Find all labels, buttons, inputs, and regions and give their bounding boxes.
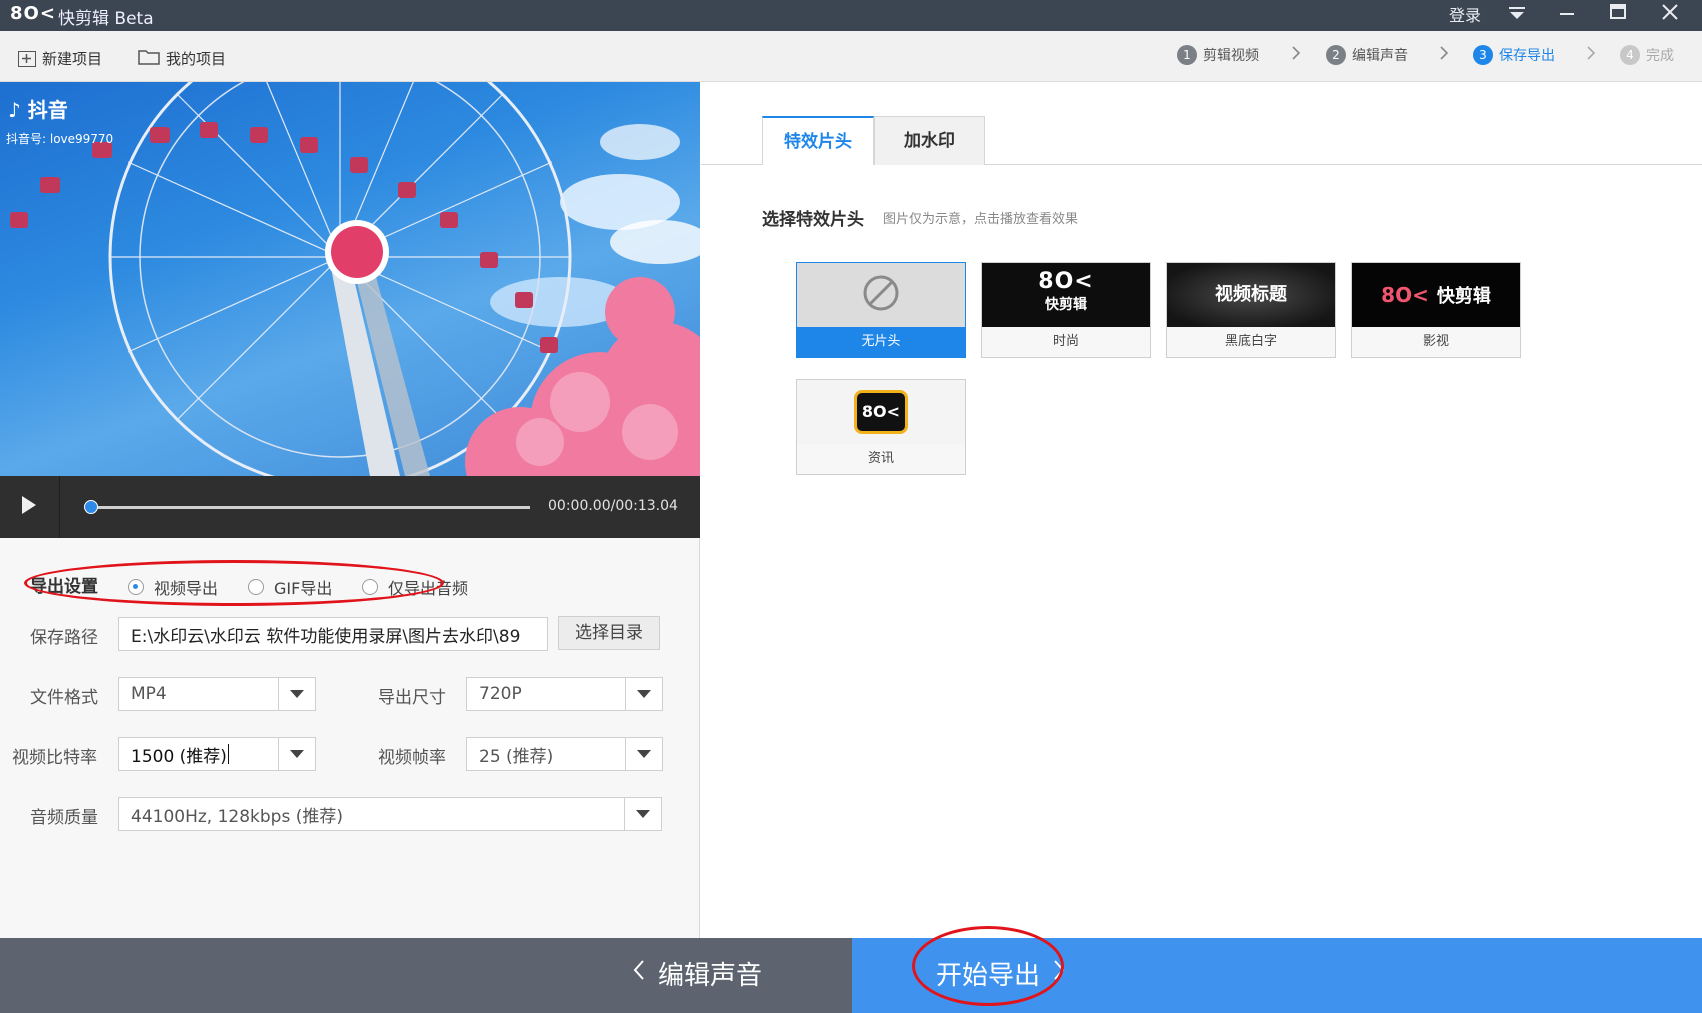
intro-card-label: 资讯 — [797, 444, 965, 474]
news-thumb: 8O< — [797, 380, 965, 444]
my-projects-button[interactable]: 我的项目 — [138, 48, 226, 69]
intro-card-fashion[interactable]: 8O< 快剪辑 时尚 — [981, 262, 1151, 358]
step-label: 完成 — [1646, 48, 1674, 64]
audio-quality-select[interactable]: 44100Hz, 128kbps (推荐) — [118, 797, 662, 831]
time-readout: 00:00.00/00:13.04 — [548, 498, 678, 514]
file-format-select[interactable]: MP4 — [118, 677, 316, 711]
app-logo: 8O< — [10, 3, 56, 24]
step-done[interactable]: 4 完成 — [1620, 45, 1674, 65]
intro-card-black-white[interactable]: 视频标题 黑底白字 — [1166, 262, 1336, 358]
audio-quality-value: 44100Hz, 128kbps (推荐) — [131, 806, 343, 827]
video-bitrate-value[interactable]: 1500 (推荐) — [131, 742, 227, 767]
intro-card-none[interactable]: 无片头 — [796, 262, 966, 358]
export-size-value: 720P — [479, 684, 522, 704]
close-icon[interactable] — [1648, 0, 1692, 31]
thumb-logo: 8O< — [1381, 283, 1429, 307]
no-intro-thumb — [797, 263, 965, 327]
export-size-select[interactable]: 720P — [466, 677, 663, 711]
section-title: 选择特效片头 — [762, 210, 864, 230]
douyin-logo: ♪ 抖音 — [8, 94, 68, 123]
frame-rate-select[interactable]: 25 (推荐) — [466, 737, 663, 771]
file-format-value: MP4 — [131, 684, 167, 704]
chevron-right-icon — [1438, 44, 1450, 67]
step-label: 保存导出 — [1499, 48, 1555, 64]
chevron-right-icon — [1290, 44, 1302, 67]
intro-card-label: 黑底白字 — [1167, 327, 1335, 357]
file-format-label: 文件格式 — [30, 688, 98, 708]
step-number: 2 — [1326, 45, 1346, 65]
my-projects-label: 我的项目 — [166, 50, 227, 68]
plus-box-icon — [18, 50, 36, 67]
step-number: 3 — [1473, 45, 1493, 65]
thumb-text: 快剪辑 — [1436, 286, 1491, 307]
step-label: 剪辑视频 — [1203, 48, 1259, 64]
tab-effect-intro[interactable]: 特效片头 — [762, 116, 874, 165]
new-project-button[interactable]: 新建项目 — [18, 48, 102, 69]
chevron-down-icon[interactable] — [278, 678, 315, 710]
intro-card-label: 影视 — [1352, 327, 1520, 357]
play-icon[interactable] — [22, 496, 36, 514]
step-number: 4 — [1620, 45, 1640, 65]
thumb-text: 快剪辑 — [1045, 297, 1087, 313]
step-edit-video[interactable]: 1 剪辑视频 — [1177, 45, 1259, 65]
chevron-down-icon[interactable] — [625, 678, 662, 710]
save-path-label: 保存路径 — [30, 628, 98, 648]
video-bitrate-select[interactable]: 1500 (推荐) — [118, 737, 316, 771]
back-label: 编辑声音 — [658, 961, 763, 991]
thumb-logo: 8O< — [854, 390, 908, 434]
chevron-right-icon — [1585, 44, 1597, 67]
minimize-icon[interactable] — [1545, 0, 1589, 31]
progress-track[interactable] — [90, 506, 530, 509]
chevron-down-icon[interactable] — [278, 738, 315, 770]
chevron-down-icon[interactable] — [624, 798, 661, 830]
annotation-ellipse — [24, 560, 444, 606]
choose-directory-button[interactable]: 选择目录 — [558, 616, 660, 650]
intro-card-film[interactable]: 8O< 快剪辑 影视 — [1351, 262, 1521, 358]
film-thumb: 8O< 快剪辑 — [1352, 263, 1520, 327]
menu-down-icon[interactable] — [1495, 0, 1539, 31]
video-bitrate-label: 视频比特率 — [12, 748, 97, 768]
intro-card-news[interactable]: 8O< 资讯 — [796, 379, 966, 475]
black-white-thumb: 视频标题 — [1167, 263, 1335, 327]
text-cursor — [227, 744, 229, 764]
chevron-left-icon — [632, 958, 646, 989]
step-edit-audio[interactable]: 2 编辑声音 — [1326, 45, 1408, 65]
app-title: 快剪辑 Beta — [58, 9, 154, 29]
annotation-ellipse — [912, 926, 1064, 1006]
save-path-input[interactable]: E:\水印云\水印云 软件功能使用录屏\图片去水印\89 — [118, 617, 548, 651]
chevron-down-icon[interactable] — [625, 738, 662, 770]
prohibited-icon — [862, 274, 900, 316]
audio-quality-label: 音频质量 — [30, 808, 98, 828]
frame-rate-label: 视频帧率 — [378, 748, 446, 768]
music-note-icon: ♪ — [8, 98, 21, 122]
step-save-export[interactable]: 3 保存导出 — [1473, 45, 1555, 65]
intro-card-label: 无片头 — [797, 327, 965, 357]
step-label: 编辑声音 — [1352, 48, 1408, 64]
export-size-label: 导出尺寸 — [378, 688, 446, 708]
intro-card-label: 时尚 — [982, 327, 1150, 357]
controls-divider — [59, 476, 60, 538]
thumb-logo: 8O< — [1038, 269, 1094, 294]
maximize-icon[interactable] — [1596, 0, 1640, 31]
folder-icon — [138, 49, 160, 69]
back-edit-audio-button[interactable]: 编辑声音 — [632, 955, 762, 992]
new-project-label: 新建项目 — [42, 50, 103, 68]
douyin-account: 抖音号: love99770 — [6, 132, 114, 146]
login-button[interactable]: 登录 — [1440, 0, 1490, 31]
tab-add-watermark[interactable]: 加水印 — [874, 116, 985, 165]
progress-handle[interactable] — [84, 500, 98, 514]
fashion-thumb: 8O< 快剪辑 — [982, 263, 1150, 327]
douyin-brand: 抖音 — [27, 98, 68, 122]
frame-rate-value: 25 (推荐) — [479, 746, 554, 767]
step-number: 1 — [1177, 45, 1197, 65]
section-hint: 图片仅为示意，点击播放查看效果 — [883, 212, 1079, 227]
